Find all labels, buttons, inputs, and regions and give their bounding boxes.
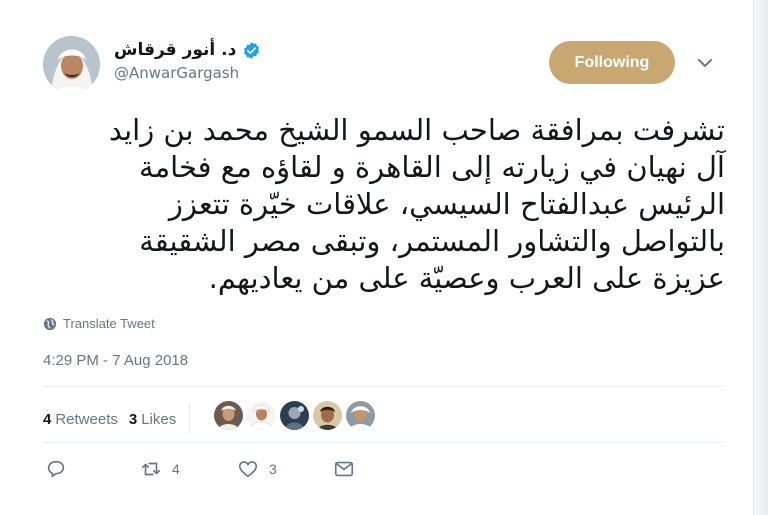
liker-avatar[interactable]	[313, 401, 342, 430]
globe-icon	[43, 317, 57, 330]
like-count: 3	[269, 461, 277, 477]
tweet-line: تشرفت بمرافقة صاحب السمو الشيخ محمد بن ز…	[108, 113, 725, 147]
divider	[43, 442, 723, 443]
stats-divider	[189, 404, 191, 434]
chevron-down-icon[interactable]	[694, 56, 716, 70]
retweets-stat[interactable]: 4 Retweets	[43, 411, 118, 428]
following-button[interactable]: Following	[549, 41, 675, 84]
likes-label: Likes	[141, 410, 177, 428]
retweet-button[interactable]: 4	[140, 458, 180, 480]
liker-avatar[interactable]	[214, 401, 243, 430]
retweets-label: Retweets	[55, 410, 118, 428]
tweet-line: عزيزة على العرب وعصيّة على من يعاديهم.	[208, 261, 725, 295]
likes-stat[interactable]: 3 Likes	[129, 411, 176, 428]
likes-count: 3	[128, 410, 138, 428]
avatar[interactable]	[43, 36, 100, 93]
liker-avatar[interactable]	[280, 401, 309, 430]
envelope-icon	[334, 461, 354, 477]
verified-badge-icon	[244, 41, 260, 59]
tweet-stats: 4 Retweets 3 Likes	[43, 404, 202, 434]
retweets-count: 4	[43, 410, 52, 428]
tweet-actions: 4 3	[45, 458, 375, 486]
tweet-line: الرئيس عبدالفتاح السيسي، علاقات خيّرة تت…	[168, 187, 725, 221]
tweet-text: تشرفت بمرافقة صاحب السمو الشيخ محمد بن ز…	[40, 112, 725, 297]
tweet-line: بالتواصل والتشاور المستمر، وتبقى مصر الش…	[139, 224, 725, 258]
tweet-header: د. أنور قرقاش @AnwarGargash Following	[43, 36, 723, 94]
window-edge	[753, 0, 768, 515]
retweet-icon	[141, 462, 161, 476]
heart-icon	[238, 461, 258, 478]
display-name[interactable]: د. أنور قرقاش	[114, 40, 236, 60]
tweet-timestamp[interactable]: 4:29 PM - 7 Aug 2018	[43, 352, 188, 369]
reply-button[interactable]	[45, 458, 77, 480]
user-handle[interactable]: @AnwarGargash	[114, 64, 261, 82]
liker-avatar[interactable]	[346, 401, 375, 430]
direct-message-button[interactable]	[333, 458, 355, 480]
translate-label[interactable]: Translate Tweet	[63, 316, 155, 331]
user-name-block: د. أنور قرقاش @AnwarGargash	[114, 40, 261, 82]
like-button[interactable]: 3	[237, 458, 277, 480]
liker-avatars	[214, 401, 375, 430]
reply-icon	[47, 460, 65, 478]
liker-avatar[interactable]	[247, 401, 276, 430]
divider	[43, 386, 723, 387]
translate-tweet-link[interactable]: Translate Tweet	[43, 316, 155, 331]
retweet-count: 4	[172, 461, 180, 477]
tweet-line: آل نهيان في زيارته إلى القاهرة و لقاؤه م…	[139, 150, 725, 184]
